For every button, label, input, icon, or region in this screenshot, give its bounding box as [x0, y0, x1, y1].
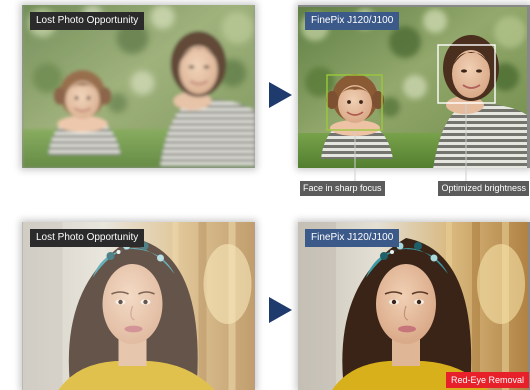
portrait-scene-corrected: [298, 222, 528, 390]
arrow-right-icon: [269, 82, 292, 108]
label-after: FinePix J120/J100: [305, 12, 400, 30]
photo-after-portrait: Red-Eye Removal: [298, 222, 530, 390]
overexposure-overlay: [22, 222, 255, 390]
outdoor-scene-sharp: [298, 7, 527, 168]
red-eye-removal-badge: Red-Eye Removal: [445, 372, 529, 388]
arrow-right-icon: [269, 297, 292, 323]
label-before: Lost Photo Opportunity: [30, 12, 145, 30]
comparison-graphic: Lost Photo Opportunity FinePix J120/J100…: [0, 0, 530, 390]
callout-face-focus: Face in sharp focus: [300, 181, 385, 196]
label-before: Lost Photo Opportunity: [30, 229, 145, 247]
callout-brightness: Optimized brightness: [438, 181, 529, 196]
photo-before-portrait: [22, 222, 255, 390]
label-after: FinePix J120/J100: [305, 229, 400, 247]
